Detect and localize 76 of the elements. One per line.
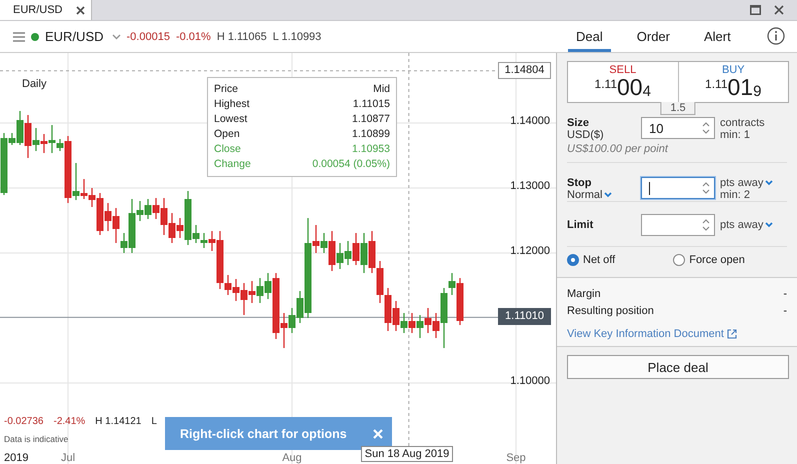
- percent-change: -0.01%: [176, 30, 211, 42]
- currency-label: USD($): [567, 129, 605, 141]
- range-stat: -0.02736: [4, 416, 44, 427]
- chart-period: Daily: [22, 78, 46, 90]
- size-input[interactable]: 10: [641, 117, 715, 139]
- tooltip-label: Open: [214, 127, 240, 142]
- stepper-icon[interactable]: [702, 181, 710, 195]
- close-icon[interactable]: [76, 6, 85, 14]
- range-stat: H 1.14121: [95, 416, 142, 427]
- time-axis-label: Jul: [60, 452, 76, 464]
- info-label: Margin: [567, 287, 601, 302]
- price-axis-label: 1.10000: [509, 375, 550, 388]
- info-icon[interactable]: [767, 27, 785, 45]
- instrument-name[interactable]: EUR/USD: [45, 29, 104, 44]
- price-axis-label: 1.13000: [509, 180, 550, 192]
- place-deal-button[interactable]: Place deal: [567, 355, 789, 379]
- unit-label: contracts: [720, 117, 765, 129]
- limit-label: Limit: [567, 219, 594, 231]
- stop-label: Stop: [567, 177, 592, 189]
- tooltip-label: Highest: [214, 97, 250, 112]
- minimum-label: min: 2: [720, 189, 751, 201]
- point-value-note: US$100.00 per point: [566, 142, 670, 157]
- low-price: L 1.10993: [272, 30, 322, 42]
- toast-message: Right-click chart for options: [180, 426, 347, 440]
- crosshair-date-label: Sun 18 Aug 2019: [360, 446, 454, 462]
- stop-input[interactable]: [641, 177, 715, 199]
- limit-input[interactable]: [641, 214, 715, 236]
- window-tab[interactable]: EUR/USD: [0, 0, 92, 20]
- range-stat: -2.41%: [53, 416, 86, 427]
- caret-icon[interactable]: [765, 180, 774, 186]
- close-icon[interactable]: [774, 5, 784, 15]
- high-price: H 1.11065: [216, 30, 267, 42]
- tooltip-value: 1.10899: [352, 127, 390, 142]
- radio-button[interactable]: [567, 254, 579, 266]
- radio-button[interactable]: [673, 254, 686, 266]
- stepper-icon[interactable]: [702, 218, 710, 232]
- price-change: -0.00015: [126, 30, 170, 42]
- tooltip-label: Close: [214, 142, 241, 157]
- radio-label[interactable]: Net off: [583, 254, 616, 266]
- tooltip-value: Mid: [373, 82, 390, 97]
- ticket-tab[interactable]: Order: [628, 21, 678, 52]
- info-value: -: [783, 304, 787, 319]
- minimum-label: min: 1: [720, 129, 751, 141]
- caret-icon[interactable]: [765, 222, 774, 228]
- time-axis-label: Sep: [506, 452, 526, 464]
- maximize-icon[interactable]: [750, 5, 761, 15]
- stop-type-dropdown[interactable]: Normal: [567, 189, 641, 201]
- caret-icon[interactable]: [112, 34, 121, 40]
- tooltip-value: 1.10953: [352, 142, 390, 157]
- size-label: Size: [567, 117, 590, 129]
- caret-icon[interactable]: [604, 192, 612, 198]
- range-stat: L: [151, 416, 157, 427]
- tooltip-label: Lowest: [214, 112, 248, 127]
- external-link-icon[interactable]: [726, 329, 737, 339]
- unit-dropdown[interactable]: pts away: [720, 219, 774, 231]
- stepper-icon[interactable]: [702, 121, 710, 135]
- price-axis-label: 1.14000: [509, 115, 550, 127]
- info-value: -: [783, 287, 787, 302]
- menu-icon[interactable]: [13, 32, 25, 42]
- price-marker-label: 1.14804: [498, 62, 551, 79]
- unit-dropdown[interactable]: pts away: [720, 177, 774, 189]
- spread-value: 1.5: [660, 102, 696, 115]
- tooltip-value: 0.00054 (0.05%): [312, 157, 390, 172]
- disclaimer: Data is indicative: [4, 434, 68, 444]
- tooltip-label: Change: [214, 157, 251, 172]
- ticket-tab[interactable]: Alert: [696, 21, 739, 52]
- price-axis-label: 1.12000: [509, 245, 550, 257]
- tooltip-label: Price: [214, 82, 238, 97]
- radio-label[interactable]: Force open: [689, 254, 745, 266]
- tooltip-value: 1.11015: [352, 97, 390, 112]
- time-axis-label: Aug: [282, 452, 302, 464]
- price-marker-label: 1.11010: [498, 308, 551, 326]
- year-label: 2019: [4, 452, 28, 464]
- tooltip-value: 1.10877: [352, 112, 390, 127]
- document-link[interactable]: View Key Information Document: [567, 328, 724, 340]
- info-label: Resulting position: [567, 304, 654, 319]
